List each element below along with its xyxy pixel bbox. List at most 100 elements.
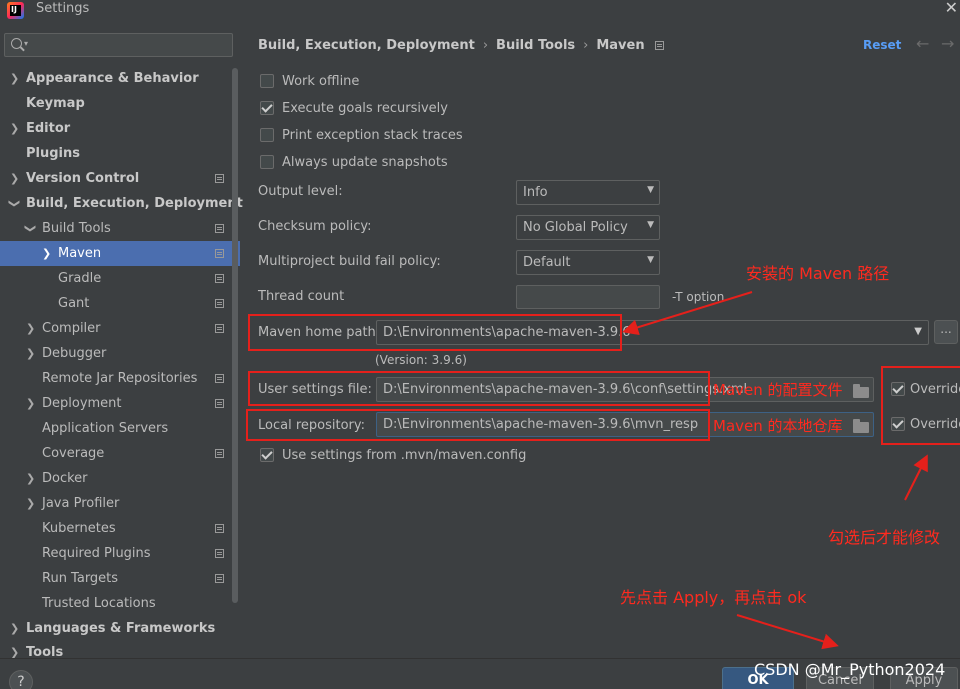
annotation-box-local-repo	[246, 409, 710, 441]
reset-link[interactable]: Reset	[863, 38, 901, 52]
annotation-box-maven-home	[248, 314, 622, 351]
annotation-override-note: 勾选后才能修改	[828, 528, 941, 547]
chevron-right-icon: ❯	[42, 247, 52, 260]
sidebar-item-maven[interactable]: ❯ Maven	[0, 241, 240, 266]
chevron-down-icon: ▼	[647, 185, 654, 195]
maven-version: (Version: 3.9.6)	[375, 353, 467, 367]
sidebar-item-java-profiler[interactable]: ❯ Java Profiler	[0, 491, 232, 516]
checkbox-box[interactable]	[260, 155, 274, 169]
chevron-down-icon: ❯	[24, 223, 38, 234]
thread-count-label: Thread count	[258, 289, 345, 304]
sidebar-item-remote-jar-repositories[interactable]: Remote Jar Repositories	[0, 366, 232, 391]
output-level-label: Output level:	[258, 184, 343, 199]
annotation-maven-path: 安装的 Maven 路径	[746, 264, 890, 283]
checksum-policy-label: Checksum policy:	[258, 219, 372, 234]
project-scope-icon	[215, 224, 224, 233]
annotation-apply-note: 先点击 Apply，再点击 ok	[620, 588, 807, 607]
project-scope-icon	[215, 574, 224, 583]
sidebar-item-gant[interactable]: Gant	[0, 291, 232, 316]
sidebar-item-coverage[interactable]: Coverage	[0, 441, 232, 466]
sidebar-item-appearance[interactable]: ❯ Appearance & Behavior	[0, 66, 232, 91]
sidebar-item-docker[interactable]: ❯ Docker	[0, 466, 232, 491]
sidebar-item-kubernetes[interactable]: Kubernetes	[0, 516, 232, 541]
sidebar-scrollbar[interactable]	[232, 68, 238, 603]
sidebar-item-build-tools[interactable]: ❯ Build Tools	[0, 216, 232, 241]
sidebar-item-build-execution-deployment[interactable]: ❯ Build, Execution, Deployment	[0, 191, 243, 216]
sidebar-item-tools[interactable]: ❯ Tools	[0, 640, 232, 658]
sidebar-item-required-plugins[interactable]: Required Plugins	[0, 541, 232, 566]
output-level-select[interactable]: Info ▼	[516, 180, 660, 205]
checksum-policy-select[interactable]: No Global Policy ▼	[516, 215, 660, 240]
close-icon[interactable]: ✕	[945, 0, 958, 17]
chevron-right-icon: ❯	[10, 122, 20, 135]
breadcrumb: Build, Execution, Deployment › Build Tools…	[258, 38, 664, 53]
project-scope-icon	[215, 374, 224, 383]
chevron-down-icon: ▼	[647, 220, 654, 230]
sidebar-item-plugins[interactable]: Plugins	[0, 141, 232, 166]
chevron-right-icon: ❯	[26, 347, 36, 360]
sidebar-item-languages-frameworks[interactable]: ❯ Languages & Frameworks	[0, 616, 232, 641]
chevron-right-icon: ❯	[10, 646, 20, 658]
project-scope-icon	[215, 299, 224, 308]
intellij-logo-icon: IJ	[7, 2, 24, 19]
settings-sidebar: ▾ ❯ Appearance & Behavior Keymap ❯ Edito…	[0, 26, 243, 658]
sidebar-item-version-control[interactable]: ❯ Version Control	[0, 166, 232, 191]
help-button[interactable]: ?	[9, 670, 33, 689]
sidebar-item-trusted-locations[interactable]: Trusted Locations	[0, 591, 232, 616]
back-arrow-icon[interactable]: ←	[916, 34, 929, 53]
sidebar-item-editor[interactable]: ❯ Editor	[0, 116, 232, 141]
browse-button[interactable]: ...	[934, 320, 958, 344]
project-scope-icon	[215, 524, 224, 533]
chevron-right-icon: ›	[482, 38, 489, 53]
sidebar-item-gradle[interactable]: Gradle	[0, 266, 232, 291]
checkbox-box[interactable]	[260, 101, 274, 115]
chevron-down-icon: ▼	[914, 326, 922, 337]
project-scope-icon	[215, 274, 224, 283]
project-scope-icon	[215, 399, 224, 408]
sidebar-item-deployment[interactable]: ❯ Deployment	[0, 391, 232, 416]
chevron-right-icon: ❯	[10, 622, 20, 635]
folder-icon[interactable]	[853, 419, 869, 433]
annotation-box-override	[881, 366, 960, 445]
sidebar-item-application-servers[interactable]: Application Servers	[0, 416, 232, 441]
chevron-right-icon: ❯	[10, 172, 20, 185]
project-scope-icon	[215, 174, 224, 183]
chevron-down-icon: ▾	[24, 39, 29, 48]
thread-count-hint: -T option	[672, 290, 725, 304]
breadcrumb-item[interactable]: Build, Execution, Deployment	[258, 38, 475, 53]
chevron-down-icon: ❯	[8, 198, 22, 209]
annotation-box-user-settings	[248, 371, 710, 406]
thread-count-input[interactable]	[516, 285, 660, 309]
window-title: Settings	[36, 1, 90, 16]
chevron-right-icon: ❯	[26, 497, 36, 510]
chevron-right-icon: ❯	[10, 72, 20, 85]
breadcrumb-item[interactable]: Build Tools	[496, 38, 575, 53]
search-icon	[11, 38, 22, 49]
sidebar-item-run-targets[interactable]: Run Targets	[0, 566, 232, 591]
chevron-right-icon: ❯	[26, 472, 36, 485]
chevron-right-icon: ❯	[26, 397, 36, 410]
fail-policy-select[interactable]: Default ▼	[516, 250, 660, 275]
forward-arrow-icon[interactable]: →	[941, 34, 954, 53]
sidebar-item-compiler[interactable]: ❯ Compiler	[0, 316, 232, 341]
chevron-down-icon: ▼	[647, 255, 654, 265]
chevron-right-icon: ›	[583, 38, 589, 53]
project-scope-icon	[654, 41, 664, 50]
project-scope-icon	[215, 449, 224, 458]
fail-policy-label: Multiproject build fail policy:	[258, 254, 441, 269]
settings-search-input[interactable]: ▾	[4, 33, 233, 57]
project-scope-icon	[215, 249, 224, 258]
checkbox-box[interactable]	[260, 74, 274, 88]
watermark: CSDN @Mr_Python2024	[754, 660, 946, 679]
checkbox-box[interactable]	[260, 448, 274, 462]
annotation-local-repo: Maven 的本地仓库	[713, 417, 843, 435]
sidebar-item-debugger[interactable]: ❯ Debugger	[0, 341, 232, 366]
folder-icon[interactable]	[853, 384, 869, 398]
annotation-config-file: Maven 的配置文件	[713, 381, 843, 399]
checkbox-box[interactable]	[260, 128, 274, 142]
sidebar-item-keymap[interactable]: Keymap	[0, 91, 232, 116]
project-scope-icon	[215, 549, 224, 558]
chevron-right-icon: ❯	[26, 322, 36, 335]
title-bar: IJ Settings ✕	[0, 0, 960, 22]
project-scope-icon	[215, 324, 224, 333]
